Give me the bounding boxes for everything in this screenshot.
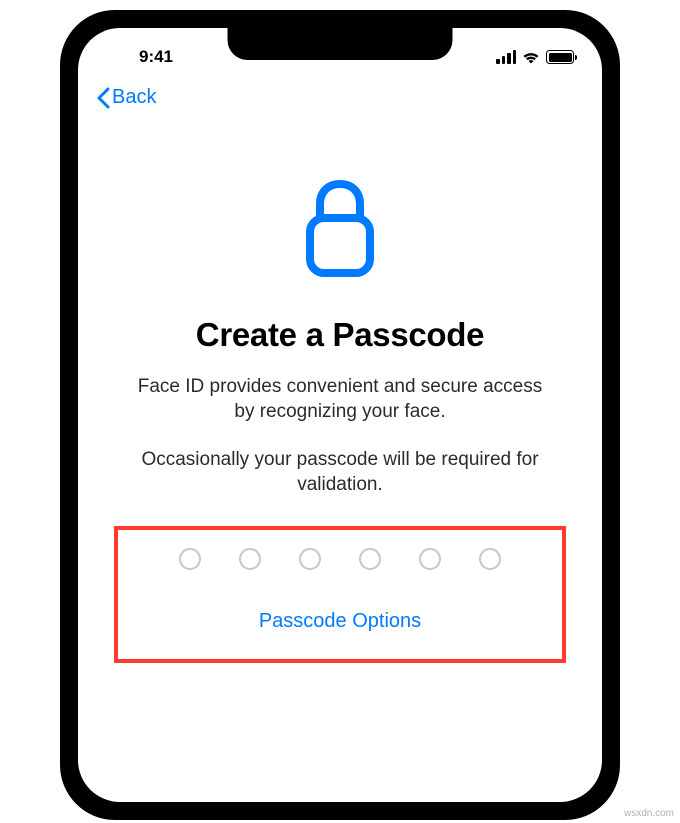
screen: 9:41 <box>78 28 602 802</box>
subtitle-2: Occasionally your passcode will be requi… <box>126 447 554 498</box>
passcode-dot <box>179 548 201 570</box>
page-title: Create a Passcode <box>106 316 574 354</box>
chevron-left-icon <box>96 87 110 109</box>
subtitle-1: Face ID provides convenient and secure a… <box>126 374 554 425</box>
lock-icon <box>300 176 380 286</box>
passcode-options-button[interactable]: Passcode Options <box>128 610 552 633</box>
content-area: Create a Passcode Face ID provides conve… <box>78 176 602 664</box>
status-icons <box>474 50 574 64</box>
nav-bar: Back <box>78 72 602 114</box>
phone-frame: 9:41 <box>60 10 620 820</box>
battery-icon <box>546 50 574 64</box>
passcode-dot <box>239 548 261 570</box>
highlight-annotation: Passcode Options <box>114 526 566 663</box>
back-button[interactable]: Back <box>96 86 156 109</box>
passcode-dot <box>479 548 501 570</box>
watermark: wsxdn.com <box>624 808 674 819</box>
back-label: Back <box>112 86 156 109</box>
wifi-icon <box>522 50 540 64</box>
passcode-dot <box>299 548 321 570</box>
passcode-dot <box>419 548 441 570</box>
passcode-input[interactable] <box>128 548 552 570</box>
passcode-dot <box>359 548 381 570</box>
signal-icon <box>496 50 516 64</box>
phone-inner-bezel: 9:41 <box>74 24 606 806</box>
status-time: 9:41 <box>106 47 206 67</box>
notch <box>228 28 453 60</box>
